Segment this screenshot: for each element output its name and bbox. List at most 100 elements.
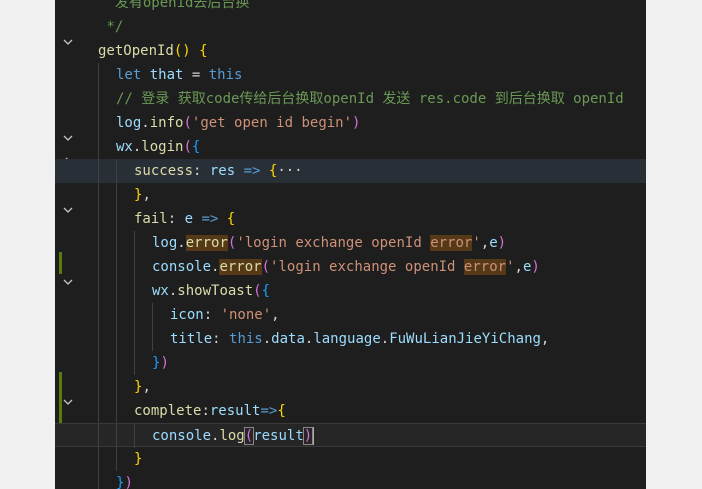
code-token: ··· bbox=[277, 163, 303, 179]
code-line[interactable]: }, bbox=[55, 375, 646, 399]
code-text: }) bbox=[152, 351, 169, 375]
code-token: => bbox=[260, 403, 278, 419]
code-line[interactable]: log.info('get open id begin') bbox=[55, 111, 646, 135]
text-cursor bbox=[312, 427, 315, 445]
code-token: => bbox=[193, 211, 227, 227]
code-line[interactable]: console.log(result) bbox=[55, 423, 646, 448]
code-token: , bbox=[540, 331, 550, 347]
code-token: ' bbox=[472, 235, 481, 251]
code-token: { bbox=[261, 283, 271, 299]
indent-guide bbox=[98, 255, 99, 279]
indent-guide bbox=[98, 471, 99, 489]
code-token: : bbox=[201, 403, 210, 419]
code-text: log.info('get open id begin') bbox=[116, 111, 360, 135]
code-token: log bbox=[219, 428, 245, 444]
code-line[interactable]: complete:result=>{ bbox=[55, 399, 646, 423]
indent-guide bbox=[116, 231, 117, 255]
indent-guide bbox=[98, 279, 99, 303]
indent-guide bbox=[134, 255, 135, 279]
indent-guide bbox=[116, 207, 117, 231]
code-token: ) bbox=[352, 115, 361, 131]
code-text: getOpenId() { bbox=[98, 39, 208, 63]
code-text: console.log(result) bbox=[152, 424, 315, 448]
code-token: { bbox=[199, 43, 208, 59]
code-line[interactable]: icon: 'none', bbox=[55, 303, 646, 327]
code-token: e bbox=[489, 235, 498, 251]
indent-guide bbox=[98, 424, 99, 448]
code-editor[interactable]: 发有openid去后台换 */getOpenId() {let that = t… bbox=[55, 0, 646, 489]
code-text: 发有openid去后台换 bbox=[98, 0, 250, 15]
indent-guide bbox=[116, 375, 117, 399]
code-token: error bbox=[463, 259, 507, 275]
code-token: . bbox=[141, 115, 150, 131]
code-token: error bbox=[430, 235, 473, 251]
code-token: { bbox=[226, 211, 236, 227]
indent-guide bbox=[116, 303, 117, 327]
code-line[interactable]: */ bbox=[55, 15, 646, 39]
indent-guide bbox=[98, 111, 99, 135]
code-token: , bbox=[142, 379, 151, 395]
code-token: log bbox=[152, 235, 178, 251]
indent-guide bbox=[116, 447, 117, 471]
code-token: wx bbox=[152, 283, 169, 299]
code-token: = bbox=[183, 67, 209, 83]
indent-guide bbox=[98, 207, 99, 231]
indent-guide bbox=[116, 183, 117, 207]
code-token: data bbox=[271, 331, 305, 347]
code-text: wx.showToast({ bbox=[152, 279, 270, 303]
code-token: => bbox=[235, 163, 269, 179]
code-text: // 登录 获取code传给后台换取openId 发送 res.code 到后台… bbox=[116, 87, 624, 111]
code-line[interactable]: wx.showToast({ bbox=[55, 279, 646, 303]
code-token: , bbox=[480, 235, 490, 251]
indent-guide bbox=[98, 327, 99, 351]
code-text: fail: e => { bbox=[134, 207, 235, 231]
indent-guide bbox=[98, 375, 99, 399]
code-line[interactable]: 发有openid去后台换 bbox=[55, 0, 646, 15]
indent-guide bbox=[98, 399, 99, 423]
code-line[interactable]: }) bbox=[55, 471, 646, 489]
code-line[interactable]: // 登录 获取code传给后台换取openId 发送 res.code 到后台… bbox=[55, 87, 646, 111]
code-line[interactable]: success: res => {··· bbox=[55, 159, 646, 183]
code-token: console bbox=[152, 259, 212, 275]
code-line[interactable]: let that = this bbox=[55, 63, 646, 87]
code-token: fail bbox=[134, 211, 168, 227]
code-token: language bbox=[313, 331, 381, 347]
code-token: title bbox=[170, 331, 213, 347]
code-token: showToast bbox=[177, 283, 254, 299]
code-text: }, bbox=[134, 375, 151, 399]
code-line[interactable]: title: this.data.language.FuWuLianJieYiC… bbox=[55, 327, 646, 351]
code-token: e bbox=[184, 211, 194, 227]
code-line[interactable]: }) bbox=[55, 351, 646, 375]
code-token: { bbox=[191, 139, 201, 155]
code-token: icon bbox=[170, 307, 204, 323]
code-line[interactable]: console.error('login exchange openId err… bbox=[55, 255, 646, 279]
code-token: 'login exchange openId bbox=[236, 235, 431, 251]
indent-guide bbox=[134, 424, 135, 448]
code-token: . bbox=[177, 235, 186, 251]
code-line[interactable]: }, bbox=[55, 183, 646, 207]
indent-guide bbox=[134, 351, 135, 375]
code-token: result bbox=[253, 428, 304, 444]
code-token: complete bbox=[134, 403, 202, 419]
indent-guide bbox=[98, 159, 99, 183]
code-token: } bbox=[134, 451, 143, 467]
indent-guide bbox=[98, 183, 99, 207]
code-token: ' bbox=[506, 259, 515, 275]
code-lines[interactable]: 发有openid去后台换 */getOpenId() {let that = t… bbox=[55, 0, 646, 489]
code-token: // 登录 获取code传给后台换取openId 发送 res.code 到后台… bbox=[116, 91, 624, 107]
indent-guide bbox=[116, 351, 117, 375]
code-token: res bbox=[209, 163, 236, 179]
code-line[interactable]: log.error('login exchange openId error',… bbox=[55, 231, 646, 255]
code-token: : bbox=[203, 307, 221, 323]
code-line[interactable]: getOpenId() { bbox=[55, 39, 646, 63]
code-line[interactable]: wx.login({ bbox=[55, 135, 646, 159]
code-token: ( bbox=[243, 427, 255, 445]
code-text: } bbox=[134, 447, 142, 471]
code-line[interactable]: } bbox=[55, 447, 646, 471]
code-token: () bbox=[173, 43, 200, 59]
indent-guide bbox=[116, 255, 117, 279]
code-line[interactable]: fail: e => { bbox=[55, 207, 646, 231]
code-token: info bbox=[149, 115, 184, 131]
indent-guide bbox=[152, 303, 153, 327]
code-token: { bbox=[277, 403, 286, 419]
